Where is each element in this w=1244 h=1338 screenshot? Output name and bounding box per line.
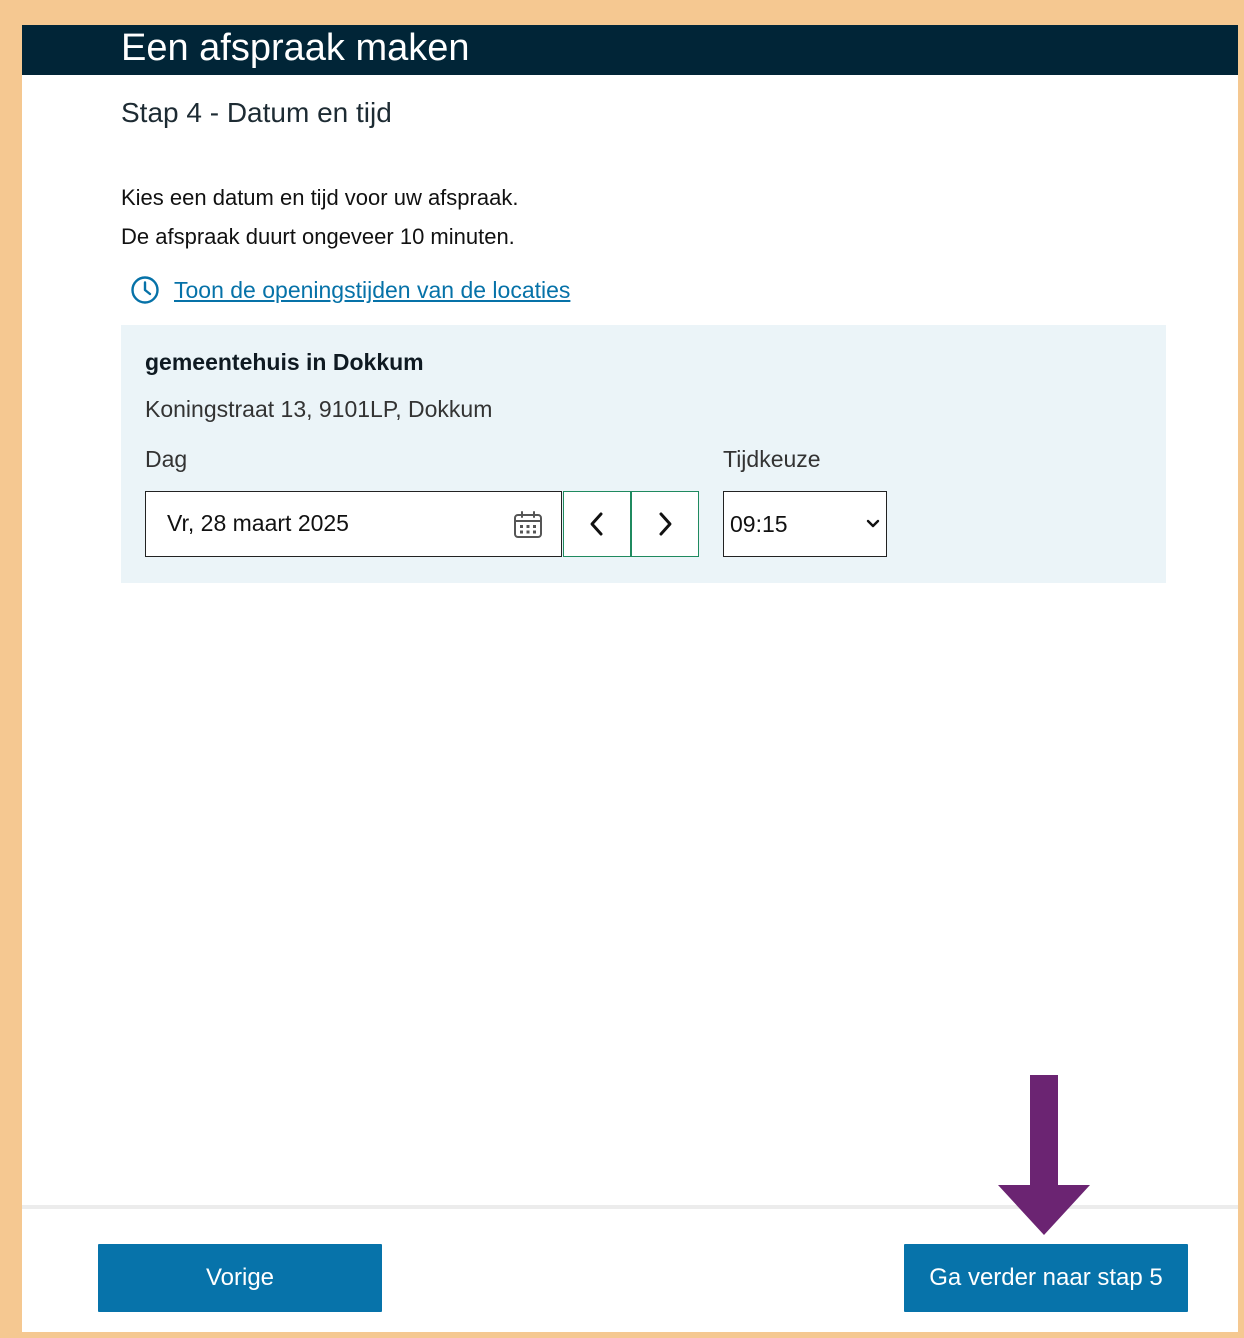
intro-text-line-2: De afspraak duurt ongeveer 10 minuten. <box>121 224 515 249</box>
step-title: Stap 4 - Datum en tijd <box>121 97 392 128</box>
time-label: Tijdkeuze <box>723 446 821 472</box>
annotation-arrow-icon <box>998 1075 1090 1237</box>
date-input[interactable]: Vr, 28 maart 2025 <box>145 491 562 557</box>
next-day-button[interactable] <box>631 491 699 557</box>
location-panel: gemeentehuis in Dokkum Koningstraat 13, … <box>121 325 1166 583</box>
location-name: gemeentehuis in Dokkum <box>145 349 424 375</box>
next-step-button[interactable]: Ga verder naar stap 5 <box>904 1244 1188 1312</box>
time-select[interactable]: 09:15 <box>723 491 887 557</box>
previous-step-button[interactable]: Vorige <box>98 1244 382 1312</box>
date-input-value: Vr, 28 maart 2025 <box>167 510 349 536</box>
chevron-down-icon <box>866 519 880 529</box>
day-label: Dag <box>145 446 188 472</box>
opening-hours-link[interactable]: Toon de openingstijden van de locaties <box>130 275 570 305</box>
previous-day-button[interactable] <box>563 491 631 557</box>
page-title: Een afspraak maken <box>121 27 470 69</box>
page-frame: Een afspraak maken Stap 4 - Datum en tij… <box>22 25 1238 1332</box>
location-address: Koningstraat 13, 9101LP, Dokkum <box>145 396 493 422</box>
clock-icon <box>130 275 160 305</box>
page-header: Een afspraak maken <box>22 25 1238 75</box>
calendar-icon[interactable] <box>513 510 543 540</box>
chevron-left-icon <box>588 511 606 537</box>
chevron-right-icon <box>656 511 674 537</box>
opening-hours-link-label[interactable]: Toon de openingstijden van de locaties <box>174 277 570 304</box>
intro-text-line-1: Kies een datum en tijd voor uw afspraak. <box>121 185 519 210</box>
time-select-value: 09:15 <box>730 511 788 537</box>
